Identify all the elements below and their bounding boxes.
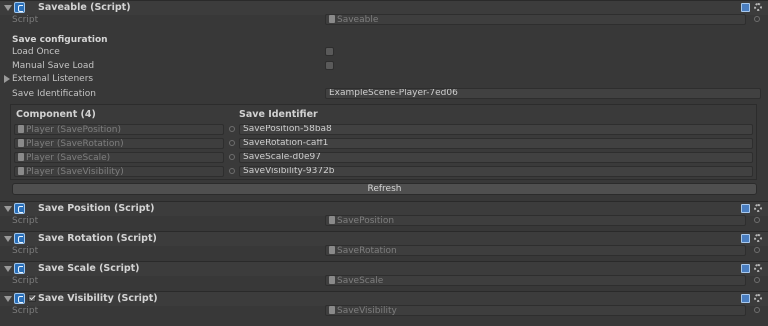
table-row-identifier[interactable]: SavePosition-58ba8 [239, 124, 753, 135]
load-once-label: Load Once [12, 47, 60, 57]
table-row-identifier[interactable]: SaveVisibility-9372b [239, 166, 753, 177]
save-position-title: Save Position (Script) [38, 203, 155, 214]
script-field[interactable]: SaveVisibility [325, 305, 746, 316]
object-picker-icon[interactable] [754, 217, 760, 223]
object-picker-icon[interactable] [229, 154, 235, 160]
save-visibility-fold-arrow-icon[interactable] [4, 296, 12, 302]
save-rotation-script-icon [14, 233, 25, 244]
script-field[interactable]: SavePosition [325, 215, 746, 226]
table-row-identifier[interactable]: SaveRotation-caff1 [239, 138, 753, 149]
saveable-fold-arrow-icon[interactable] [4, 5, 12, 11]
object-picker-icon[interactable] [229, 126, 235, 132]
help-book-icon[interactable] [741, 3, 750, 12]
script-file-icon [18, 153, 24, 161]
help-book-icon[interactable] [741, 234, 750, 243]
load-once-checkbox[interactable] [325, 47, 334, 56]
script-field[interactable]: SaveRotation [325, 245, 746, 256]
script-label: Script [12, 306, 39, 316]
save-rotation-fold-arrow-icon[interactable] [4, 236, 12, 242]
saveable-title: Saveable (Script) [38, 2, 131, 13]
save-scale-script-icon [14, 263, 25, 274]
script-label: Script [12, 216, 39, 226]
help-book-icon[interactable] [741, 264, 750, 273]
table-row-component[interactable]: Player (SaveRotation) [14, 138, 224, 149]
script-label: Script [12, 246, 39, 256]
save-rotation-title: Save Rotation (Script) [38, 233, 157, 244]
script-file-icon [329, 15, 335, 23]
object-picker-icon[interactable] [754, 277, 760, 283]
gear-icon[interactable] [754, 294, 762, 302]
help-book-icon[interactable] [741, 294, 750, 303]
script-field[interactable]: Saveable [325, 14, 746, 25]
script-field-value: Saveable [337, 15, 379, 25]
help-book-icon[interactable] [741, 204, 750, 213]
component-column-header: Component (4) [16, 109, 96, 120]
object-picker-icon[interactable] [754, 247, 760, 253]
script-field[interactable]: SaveScale [325, 275, 746, 286]
script-file-icon [18, 167, 24, 175]
script-file-icon [18, 125, 24, 133]
gear-icon[interactable] [754, 204, 762, 212]
table-row-component[interactable]: Player (SaveScale) [14, 152, 224, 163]
script-file-icon [329, 306, 335, 314]
save-visibility-script-icon [14, 293, 25, 304]
table-row-identifier[interactable]: SaveScale-d0e97 [239, 152, 753, 163]
script-file-icon [18, 139, 24, 147]
save-scale-fold-arrow-icon[interactable] [4, 266, 12, 272]
save-position-fold-arrow-icon[interactable] [4, 206, 12, 212]
save-scale-title: Save Scale (Script) [38, 263, 140, 274]
object-picker-icon[interactable] [754, 307, 760, 313]
save-position-script-icon [14, 203, 25, 214]
save-visibility-enabled-checkbox[interactable] [28, 294, 36, 302]
script-label: Script [12, 15, 39, 25]
object-picker-icon[interactable] [754, 16, 760, 22]
identifier-column-header: Save Identifier [239, 109, 318, 120]
gear-icon[interactable] [754, 264, 762, 272]
object-picker-icon[interactable] [229, 140, 235, 146]
save-identification-field[interactable]: ExampleScene-Player-7ed06 [325, 88, 761, 99]
refresh-button[interactable]: Refresh [12, 183, 757, 195]
object-picker-icon[interactable] [229, 168, 235, 174]
table-row-component[interactable]: Player (SaveVisibility) [14, 166, 224, 177]
save-visibility-title: Save Visibility (Script) [38, 293, 158, 304]
table-row-component[interactable]: Player (SavePosition) [14, 124, 224, 135]
manual-save-load-checkbox[interactable] [325, 61, 334, 70]
gear-icon[interactable] [754, 234, 762, 242]
script-file-icon [329, 216, 335, 224]
gear-icon[interactable] [754, 3, 762, 11]
saveable-script-icon [14, 2, 25, 13]
script-label: Script [12, 276, 39, 286]
script-file-icon [329, 246, 335, 254]
save-identification-label: Save Identification [12, 89, 96, 99]
external-listeners-fold-icon[interactable] [4, 75, 10, 83]
script-file-icon [329, 276, 335, 284]
external-listeners-foldout[interactable]: External Listeners [12, 74, 93, 84]
manual-save-load-label: Manual Save Load [12, 61, 95, 71]
section-title: Save configuration [12, 35, 108, 45]
